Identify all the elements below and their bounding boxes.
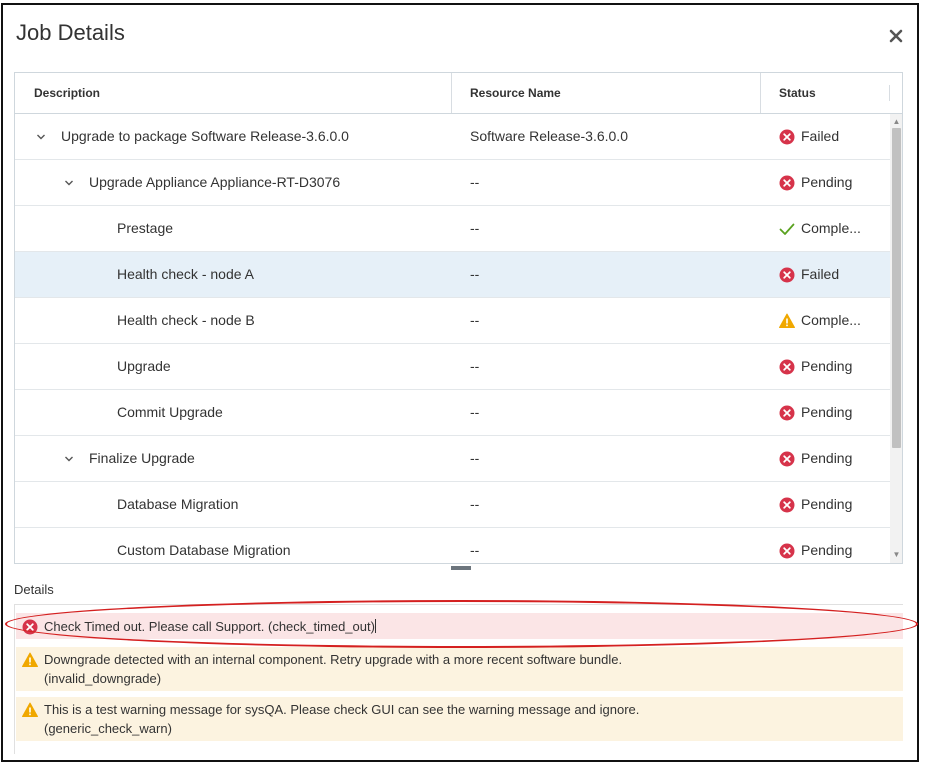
- row-status: Pending: [801, 542, 853, 558]
- row-description: Custom Database Migration: [117, 542, 291, 558]
- column-divider[interactable]: [451, 73, 452, 113]
- row-resource-name: Software Release-3.6.0.0: [470, 128, 628, 144]
- row-resource-name: --: [470, 312, 480, 328]
- table-row[interactable]: Commit Upgrade -- Pending: [15, 390, 890, 436]
- message-line: (generic_check_warn): [44, 721, 172, 736]
- row-status: Pending: [801, 358, 853, 374]
- details-label: Details: [14, 582, 54, 597]
- text-cursor: [374, 619, 376, 633]
- table-row[interactable]: Health check - node A -- Failed: [15, 252, 890, 298]
- scroll-up-arrow-icon[interactable]: ▲: [892, 117, 901, 126]
- row-resource-name: --: [470, 174, 480, 190]
- row-status: Pending: [801, 450, 853, 466]
- error-icon: [779, 405, 795, 421]
- row-description: Upgrade to package Software Release-3.6.…: [61, 128, 349, 144]
- row-resource-name: --: [470, 220, 480, 236]
- message-line: (invalid_downgrade): [44, 671, 162, 686]
- column-header-resource-name[interactable]: Resource Name: [470, 73, 561, 113]
- row-description: Health check - node B: [117, 312, 255, 328]
- table-row[interactable]: Custom Database Migration -- Pending: [15, 528, 890, 563]
- row-resource-name: --: [470, 450, 480, 466]
- message-line: Check Timed out. Please call Support. (c…: [44, 619, 376, 634]
- scroll-down-arrow-icon[interactable]: ▼: [892, 550, 901, 559]
- error-icon: [779, 129, 795, 145]
- chevron-down-icon[interactable]: [36, 114, 46, 159]
- error-icon: [779, 497, 795, 513]
- row-status: Failed: [801, 266, 840, 282]
- row-description: Prestage: [117, 220, 174, 236]
- chevron-down-icon[interactable]: [64, 160, 74, 205]
- table-row[interactable]: Upgrade to package Software Release-3.6.…: [15, 114, 890, 160]
- table-row[interactable]: Prestage -- Comple...: [15, 206, 890, 252]
- close-icon[interactable]: [889, 25, 903, 47]
- warning-icon: [22, 702, 38, 718]
- row-status: Failed: [801, 128, 840, 144]
- check-icon: [779, 221, 795, 237]
- chevron-down-icon[interactable]: [64, 436, 74, 481]
- row-status: Comple...: [801, 220, 861, 236]
- column-header-status[interactable]: Status: [779, 73, 816, 113]
- row-status: Pending: [801, 404, 853, 420]
- warning-message: Downgrade detected with an internal comp…: [16, 647, 903, 691]
- row-status: Pending: [801, 174, 853, 190]
- table-row[interactable]: Finalize Upgrade -- Pending: [15, 436, 890, 482]
- message-line: This is a test warning message for sysQA…: [44, 702, 640, 717]
- row-resource-name: --: [470, 266, 480, 282]
- scroll-thumb[interactable]: [892, 128, 901, 448]
- row-description: Commit Upgrade: [117, 404, 223, 420]
- row-description: Database Migration: [117, 496, 239, 512]
- row-resource-name: --: [470, 496, 480, 512]
- table-row[interactable]: Database Migration -- Pending: [15, 482, 890, 528]
- row-description: Finalize Upgrade: [89, 450, 195, 466]
- error-icon: [779, 451, 795, 467]
- column-divider[interactable]: [760, 73, 761, 113]
- details-divider: [14, 604, 903, 605]
- row-resource-name: --: [470, 404, 480, 420]
- column-header-description[interactable]: Description: [34, 73, 100, 113]
- row-resource-name: --: [470, 542, 480, 558]
- pane-resize-handle[interactable]: [451, 566, 471, 570]
- error-icon: [22, 619, 38, 635]
- row-description: Upgrade Appliance Appliance-RT-D3076: [89, 174, 341, 190]
- row-description: Upgrade: [117, 358, 171, 374]
- job-tasks-grid: Description Resource Name Status Upgrade…: [14, 72, 903, 564]
- grid-rows: Upgrade to package Software Release-3.6.…: [15, 114, 890, 563]
- row-resource-name: --: [470, 358, 480, 374]
- error-icon: [779, 359, 795, 375]
- column-divider[interactable]: [889, 85, 890, 101]
- message-line: Downgrade detected with an internal comp…: [44, 652, 623, 667]
- details-divider: [14, 604, 15, 754]
- warning-message: This is a test warning message for sysQA…: [16, 697, 903, 741]
- error-icon: [779, 175, 795, 191]
- warning-icon: [779, 313, 795, 329]
- error-icon: [779, 267, 795, 283]
- table-row[interactable]: Upgrade -- Pending: [15, 344, 890, 390]
- grid-scrollbar[interactable]: ▲ ▼: [890, 114, 902, 563]
- grid-header: Description Resource Name Status: [15, 73, 902, 114]
- row-status: Pending: [801, 496, 853, 512]
- error-icon: [779, 543, 795, 559]
- table-row[interactable]: Health check - node B -- Comple...: [15, 298, 890, 344]
- row-description: Health check - node A: [117, 266, 254, 282]
- dialog-title: Job Details: [16, 20, 125, 45]
- row-status: Comple...: [801, 312, 861, 328]
- error-message: Check Timed out. Please call Support. (c…: [16, 613, 903, 639]
- warning-icon: [22, 652, 38, 668]
- table-row[interactable]: Upgrade Appliance Appliance-RT-D3076 -- Pe…: [15, 160, 890, 206]
